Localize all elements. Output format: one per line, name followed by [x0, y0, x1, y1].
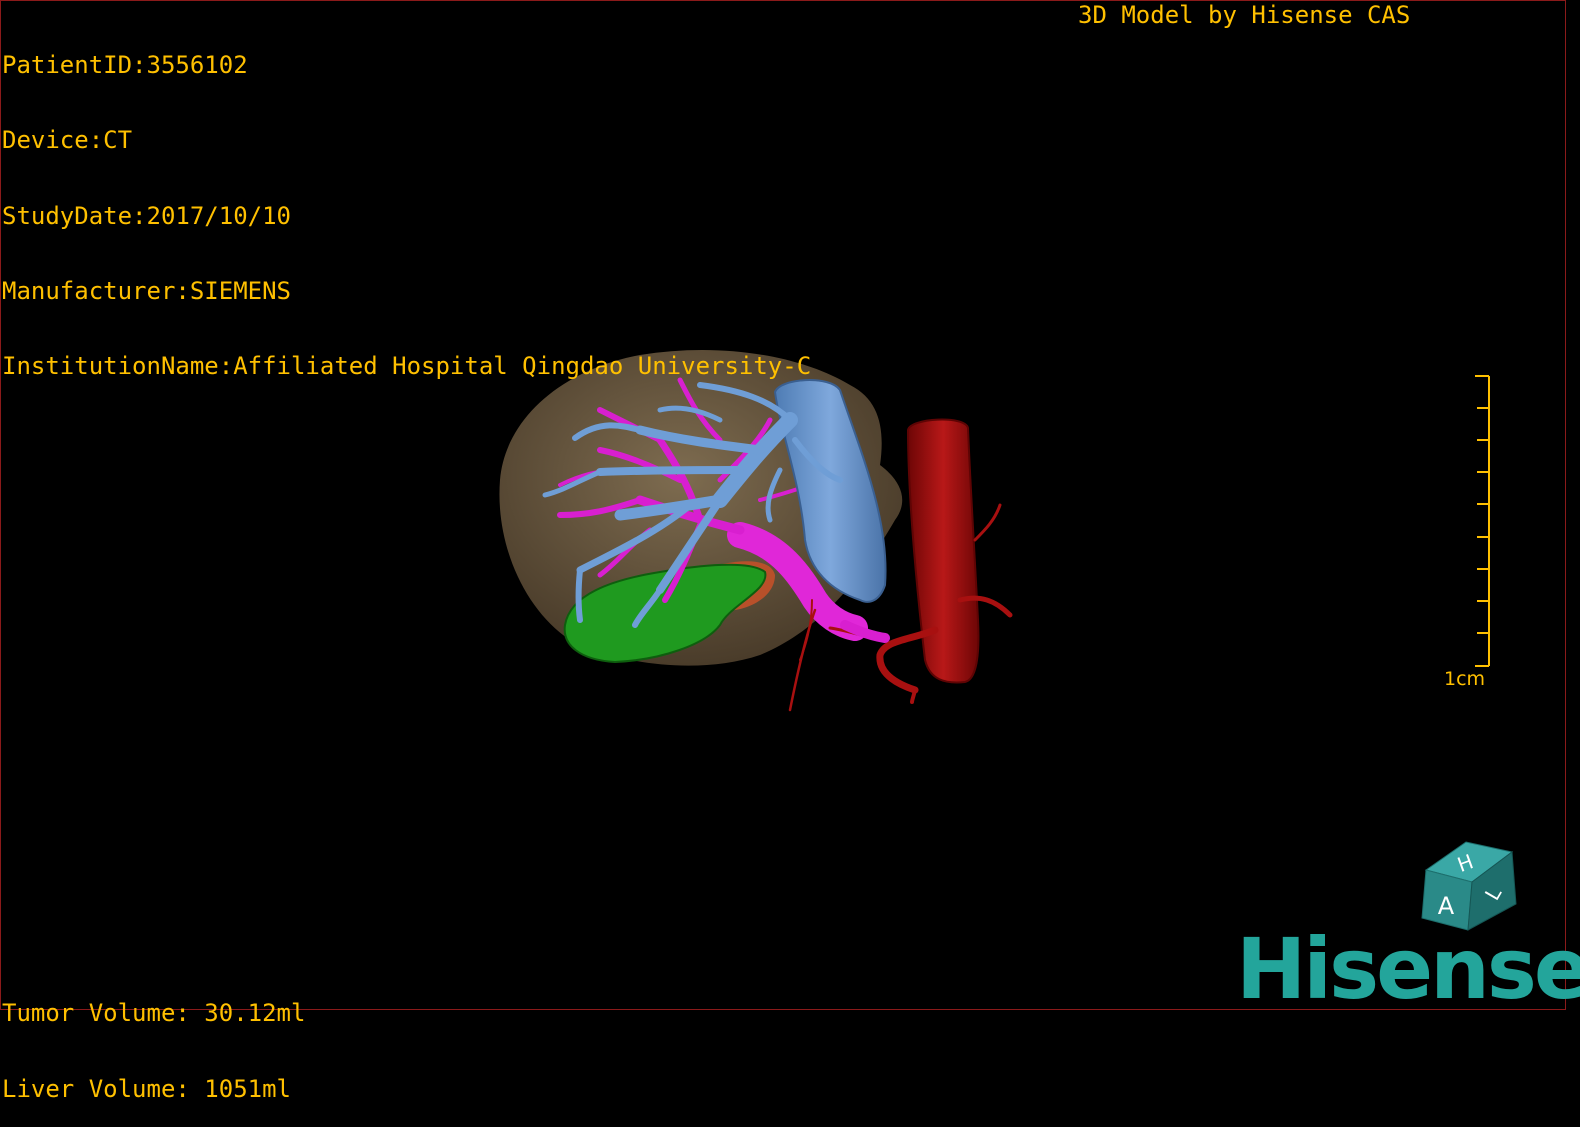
volume-overlay: Tumor Volume: 30.12ml Liver Volume: 1051… [2, 951, 305, 1127]
study-date-text: StudyDate:2017/10/10 [2, 201, 291, 230]
liver-volume-text: Liver Volume: 1051ml [2, 1074, 291, 1103]
aorta-model [906, 418, 980, 684]
tumor-volume-text: Tumor Volume: 30.12ml [2, 999, 306, 1027]
device-text: Device:CT [2, 126, 133, 155]
manufacturer-text: Manufacturer:SIEMENS [2, 276, 291, 305]
institution-text: InstitutionName:Affiliated Hospital Qing… [2, 352, 812, 381]
scale-bar-label: 1cm [1444, 668, 1486, 690]
patient-info-overlay: PatientID:3556102 Device:CT StudyDate:20… [2, 3, 811, 404]
model-credit-text: 3D Model by Hisense CAS [1078, 1, 1411, 29]
patient-id-text: PatientID:3556102 [2, 51, 248, 79]
hisense-logo: Hisense [1236, 920, 1580, 1018]
orientation-front-label: A [1438, 892, 1455, 920]
scale-bar [1475, 375, 1490, 667]
